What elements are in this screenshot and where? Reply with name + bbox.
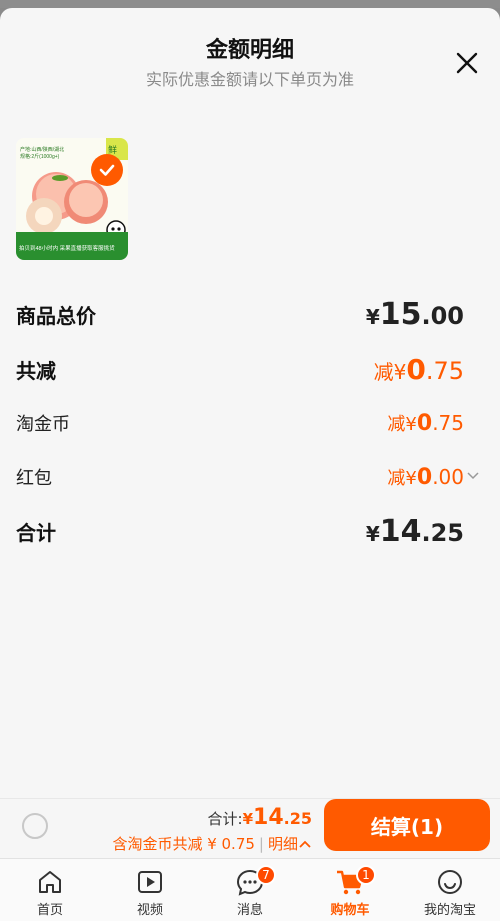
tab-cart[interactable]: 购物车 1 [300, 859, 400, 921]
detail-toggle-label[interactable]: 明细 [268, 833, 298, 854]
sheet-subtitle: 实际优惠金额请以下单页为准 [145, 70, 354, 89]
cart-badge: 1 [356, 865, 376, 885]
row-goods-total: 商品总价 ¥15.00 [16, 294, 484, 334]
row-label: 共减 [16, 358, 56, 383]
row-label: 淘金币 [16, 414, 70, 435]
message-badge: 7 [256, 865, 276, 885]
row-value: 减 ¥0.75 [387, 411, 464, 436]
row-label: 商品总价 [16, 303, 96, 328]
chevron-down-icon[interactable] [466, 469, 480, 483]
row-value: ¥15.00 [365, 296, 464, 332]
coin-discount-text: 含淘金币共减 ¥ 0.75 [112, 835, 255, 853]
coin-discount-line[interactable]: 含淘金币共减 ¥ 0.75 | 明细 [112, 833, 312, 854]
tab-video[interactable]: 视频 [100, 859, 200, 921]
tab-messages[interactable]: 消息 7 [200, 859, 300, 921]
home-icon [39, 871, 61, 893]
bottom-tab-bar: 首页 视频 消息 7 购物车 1 我的淘宝 [0, 858, 500, 921]
tab-label: 购物车 [330, 903, 370, 918]
row-value: 减 ¥0.00 [387, 465, 464, 490]
tab-home[interactable]: 首页 [0, 859, 100, 921]
row-subtotal: 合计 ¥14.25 [16, 511, 484, 551]
row-red-packet[interactable]: 红包 减 ¥0.00 [16, 457, 484, 497]
row-label: 合计 [16, 520, 56, 545]
tab-label: 首页 [36, 903, 63, 918]
checkout-total: 合计: ¥ 14 .25 [207, 805, 312, 830]
row-taojinbi: 淘金币 减 ¥0.75 [16, 403, 484, 443]
row-value: ¥14.25 [365, 513, 464, 549]
row-total-discount: 共减 减 ¥0.75 [16, 349, 484, 389]
row-value: 减 ¥0.75 [373, 352, 464, 386]
select-all-radio[interactable] [22, 813, 48, 839]
tab-label: 消息 [236, 903, 263, 918]
status-strip [0, 0, 500, 8]
tab-label: 我的淘宝 [423, 903, 476, 918]
thumb-line-1: 产地:山西/陕西/湖北 [20, 146, 64, 153]
row-label: 红包 [16, 468, 52, 489]
profile-icon [438, 870, 462, 894]
close-icon[interactable] [450, 46, 484, 80]
thumb-caption: 拍贝到48小时内 采果直播获取客服挑货 [19, 244, 115, 252]
tab-my-taobao[interactable]: 我的淘宝 [400, 859, 500, 921]
video-icon [138, 871, 162, 893]
sheet-title: 金额明细 [205, 38, 294, 63]
selected-check-icon[interactable] [91, 154, 123, 186]
thumb-line-2: 规格:2斤(1000g+) [20, 153, 60, 160]
checkout-button[interactable]: 结算(1) [324, 799, 490, 851]
amount-detail-sheet: 金额明细 实际优惠金额请以下单页为准 鲜 产地:山西/陕西/湖北 规格:2斤(1… [0, 8, 500, 798]
tab-label: 视频 [136, 903, 163, 918]
chevron-up-icon[interactable] [298, 839, 312, 849]
checkout-bar: 合计: ¥ 14 .25 含淘金币共减 ¥ 0.75 | 明细 结算(1) [0, 798, 500, 858]
